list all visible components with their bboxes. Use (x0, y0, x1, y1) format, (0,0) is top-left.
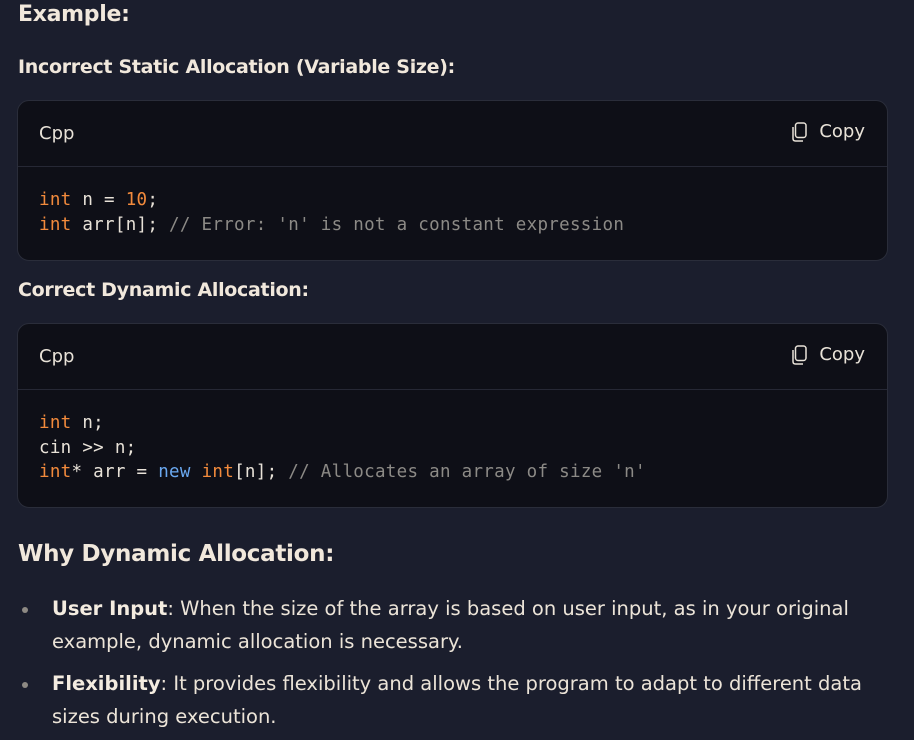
copy-button[interactable]: Copy (791, 121, 865, 142)
copy-label: Copy (819, 344, 865, 365)
code-language-label: Cpp (39, 346, 75, 367)
code-line: int* arr = new int[n]; // Allocates an a… (39, 462, 646, 482)
code-content: int n; cin >> n; int* arr = new int[n]; //… (18, 390, 887, 485)
correct-allocation-heading: Correct Dynamic Allocation: (18, 279, 309, 301)
code-line: int n; (39, 413, 105, 433)
chat-response: Example: Incorrect Static Allocation (Va… (0, 0, 914, 740)
copy-icon (792, 121, 808, 142)
example-heading: Example: (18, 2, 130, 27)
code-block-incorrect: Cpp Copy int n = 10; int arr[n]; // Error… (17, 100, 888, 261)
code-line: cin >> n; (39, 437, 137, 458)
list-item: Flexibility: It provides flexibility and… (18, 667, 878, 733)
copy-icon (792, 344, 808, 365)
reasons-list: User Input: When the size of the array i… (18, 592, 878, 740)
code-block-header: Cpp Copy (18, 101, 887, 167)
bullet-icon (22, 682, 28, 688)
code-block-header: Cpp Copy (18, 324, 887, 390)
code-language-label: Cpp (39, 123, 75, 144)
copy-button[interactable]: Copy (791, 344, 865, 365)
list-item: User Input: When the size of the array i… (18, 592, 878, 658)
why-dynamic-heading: Why Dynamic Allocation: (18, 541, 335, 567)
code-content: int n = 10; int arr[n]; // Error: 'n' is … (18, 167, 887, 237)
code-line: int n = 10; (39, 190, 159, 210)
code-line: int arr[n]; // Error: 'n' is not a const… (39, 214, 625, 235)
copy-label: Copy (819, 121, 865, 142)
bullet-text: : It provides flexibility and allows the… (52, 672, 862, 728)
code-block-correct: Cpp Copy int n; cin >> n; int* arr = new i… (17, 323, 888, 508)
bullet-icon (22, 607, 28, 613)
incorrect-allocation-heading: Incorrect Static Allocation (Variable Si… (18, 56, 455, 78)
bullet-text: : When the size of the array is based on… (52, 597, 849, 653)
bullet-term: Flexibility (52, 672, 161, 695)
bullet-term: User Input (52, 597, 168, 620)
